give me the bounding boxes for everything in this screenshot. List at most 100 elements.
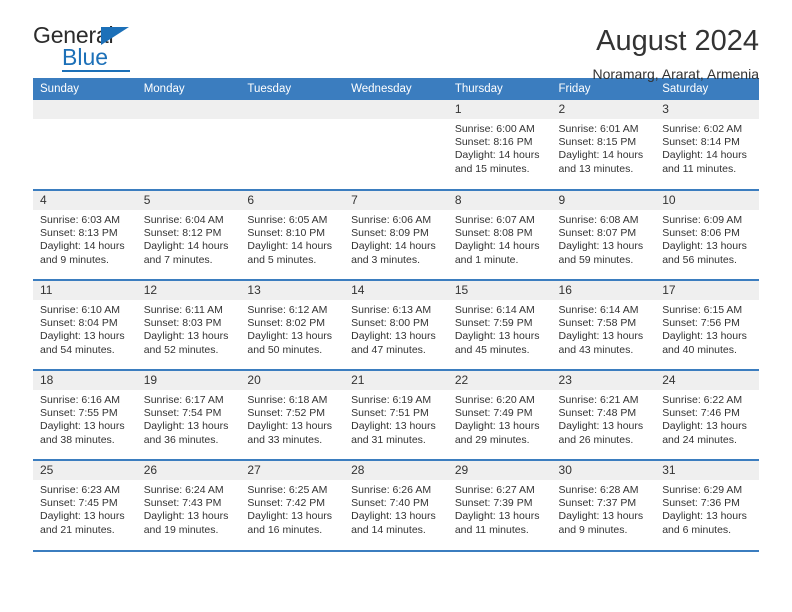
daylight-text: Daylight: 13 hours bbox=[40, 510, 125, 523]
day-details: Sunrise: 6:12 AM Sunset: 8:02 PM Daylight:… bbox=[240, 300, 344, 357]
daylight-text: Daylight: 13 hours bbox=[247, 510, 333, 523]
calendar-day-cell[interactable]: 11 Sunrise: 6:10 AM Sunset: 8:04 PM Dayligh… bbox=[33, 279, 137, 370]
sunrise-text: Sunrise: 6:21 AM bbox=[558, 394, 639, 406]
daylight-text: Daylight: 13 hours bbox=[558, 240, 644, 253]
calendar-day-cell-empty bbox=[344, 100, 448, 190]
sunset-text: Sunset: 8:12 PM bbox=[143, 227, 222, 240]
daylight-text-cont: and 47 minutes. bbox=[351, 343, 426, 356]
daylight-text-cont: and 40 minutes. bbox=[662, 343, 737, 356]
daylight-text-cont: and 24 minutes. bbox=[662, 433, 737, 446]
sunrise-text: Sunrise: 6:04 AM bbox=[143, 214, 224, 226]
calendar-day-cell[interactable]: 12 Sunrise: 6:11 AM Sunset: 8:03 PM Dayligh… bbox=[136, 279, 241, 370]
calendar-day-cell[interactable]: 18 Sunrise: 6:16 AM Sunset: 7:55 PM Dayligh… bbox=[33, 369, 137, 460]
calendar-day-cell[interactable]: 1 Sunrise: 6:00 AM Sunset: 8:16 PM Daylight… bbox=[447, 100, 552, 190]
calendar-day-cell[interactable]: 4 Sunrise: 6:03 AM Sunset: 8:13 PM Daylight… bbox=[33, 189, 137, 280]
day-details: Sunrise: 6:18 AM Sunset: 7:52 PM Daylight:… bbox=[240, 390, 344, 447]
daylight-text: Daylight: 14 hours bbox=[143, 240, 229, 253]
calendar-day-cell[interactable]: 27 Sunrise: 6:25 AM Sunset: 7:42 PM Dayligh… bbox=[240, 459, 345, 550]
calendar-week-row: 1 Sunrise: 6:00 AM Sunset: 8:16 PM Daylight… bbox=[33, 100, 759, 190]
day-details: Sunrise: 6:04 AM Sunset: 8:12 PM Daylight:… bbox=[137, 210, 241, 267]
day-number: 16 bbox=[551, 281, 656, 300]
day-details: Sunrise: 6:07 AM Sunset: 8:08 PM Daylight:… bbox=[448, 210, 552, 267]
sunset-text: Sunset: 7:56 PM bbox=[662, 317, 740, 330]
daylight-text-cont: and 26 minutes. bbox=[558, 433, 634, 446]
day-details: Sunrise: 6:24 AM Sunset: 7:43 PM Daylight:… bbox=[137, 480, 241, 537]
sunset-text: Sunset: 7:39 PM bbox=[454, 497, 533, 510]
calendar-table: Sunday Monday Tuesday Wednesday Thursday Frid… bbox=[33, 78, 759, 550]
calendar-week-row: 11 Sunrise: 6:10 AM Sunset: 8:04 PM Dayligh… bbox=[33, 279, 759, 370]
weekday-header-tuesday: Tuesday bbox=[240, 78, 345, 100]
calendar-day-cell[interactable]: 25 Sunrise: 6:23 AM Sunset: 7:45 PM Dayligh… bbox=[33, 459, 137, 550]
calendar-day-cell[interactable]: 19 Sunrise: 6:17 AM Sunset: 7:54 PM Dayligh… bbox=[136, 369, 241, 460]
sunrise-text: Sunrise: 6:01 AM bbox=[558, 123, 639, 135]
daylight-text: Daylight: 13 hours bbox=[662, 240, 747, 253]
daylight-text-cont: and 38 minutes. bbox=[40, 433, 115, 446]
daylight-text: Daylight: 13 hours bbox=[454, 420, 540, 433]
day-details: Sunrise: 6:14 AM Sunset: 7:58 PM Daylight:… bbox=[552, 300, 656, 357]
sunset-text: Sunset: 8:13 PM bbox=[40, 227, 118, 240]
calendar-day-cell[interactable]: 29 Sunrise: 6:27 AM Sunset: 7:39 PM Dayligh… bbox=[447, 459, 552, 550]
day-number: 29 bbox=[447, 461, 552, 480]
day-details bbox=[344, 119, 448, 123]
calendar-day-cell[interactable]: 3 Sunrise: 6:02 AM Sunset: 8:14 PM Daylight… bbox=[655, 100, 759, 190]
calendar-day-cell[interactable]: 9 Sunrise: 6:08 AM Sunset: 8:07 PM Daylight… bbox=[551, 189, 656, 280]
calendar-day-cell[interactable]: 30 Sunrise: 6:28 AM Sunset: 7:37 PM Dayligh… bbox=[551, 459, 656, 550]
day-number: 24 bbox=[655, 371, 759, 390]
calendar-day-cell[interactable]: 14 Sunrise: 6:13 AM Sunset: 8:00 PM Dayligh… bbox=[344, 279, 448, 370]
sunrise-text: Sunrise: 6:14 AM bbox=[558, 304, 639, 316]
calendar-day-cell[interactable]: 10 Sunrise: 6:09 AM Sunset: 8:06 PM Dayligh… bbox=[655, 189, 759, 280]
sunrise-text: Sunrise: 6:22 AM bbox=[662, 394, 743, 406]
calendar-day-cell[interactable]: 6 Sunrise: 6:05 AM Sunset: 8:10 PM Daylight… bbox=[240, 189, 345, 280]
sunrise-text: Sunrise: 6:15 AM bbox=[662, 304, 743, 316]
sunset-text: Sunset: 7:49 PM bbox=[454, 407, 533, 420]
day-details: Sunrise: 6:22 AM Sunset: 7:46 PM Daylight:… bbox=[655, 390, 759, 447]
daylight-text: Daylight: 14 hours bbox=[40, 240, 125, 253]
day-details: Sunrise: 6:25 AM Sunset: 7:42 PM Daylight:… bbox=[240, 480, 344, 537]
calendar-day-cell[interactable]: 28 Sunrise: 6:26 AM Sunset: 7:40 PM Dayligh… bbox=[344, 459, 448, 550]
calendar-day-cell[interactable]: 31 Sunrise: 6:29 AM Sunset: 7:36 PM Dayligh… bbox=[655, 459, 759, 550]
calendar-day-cell[interactable]: 15 Sunrise: 6:14 AM Sunset: 7:59 PM Dayligh… bbox=[447, 279, 552, 370]
calendar-day-cell[interactable]: 17 Sunrise: 6:15 AM Sunset: 7:56 PM Dayligh… bbox=[655, 279, 759, 370]
daylight-text: Daylight: 13 hours bbox=[247, 420, 333, 433]
day-number: 31 bbox=[655, 461, 759, 480]
calendar-day-cell[interactable]: 13 Sunrise: 6:12 AM Sunset: 8:02 PM Dayligh… bbox=[240, 279, 345, 370]
day-number bbox=[240, 100, 345, 119]
day-number: 12 bbox=[136, 281, 241, 300]
day-number: 2 bbox=[551, 100, 656, 119]
daylight-text: Daylight: 13 hours bbox=[454, 510, 540, 523]
day-details: Sunrise: 6:14 AM Sunset: 7:59 PM Daylight:… bbox=[448, 300, 552, 357]
sunrise-text: Sunrise: 6:26 AM bbox=[351, 484, 432, 496]
calendar-day-cell[interactable]: 7 Sunrise: 6:06 AM Sunset: 8:09 PM Daylight… bbox=[344, 189, 448, 280]
day-details: Sunrise: 6:11 AM Sunset: 8:03 PM Daylight:… bbox=[137, 300, 241, 357]
day-details: Sunrise: 6:17 AM Sunset: 7:54 PM Daylight:… bbox=[137, 390, 241, 447]
sunset-text: Sunset: 8:16 PM bbox=[454, 136, 533, 149]
calendar-day-cell[interactable]: 22 Sunrise: 6:20 AM Sunset: 7:49 PM Dayligh… bbox=[447, 369, 552, 460]
day-number: 23 bbox=[551, 371, 656, 390]
daylight-text-cont: and 16 minutes. bbox=[247, 523, 323, 536]
daylight-text-cont: and 9 minutes. bbox=[558, 523, 628, 536]
day-number: 17 bbox=[655, 281, 759, 300]
calendar-day-cell[interactable]: 2 Sunrise: 6:01 AM Sunset: 8:15 PM Daylight… bbox=[551, 100, 656, 190]
calendar-day-cell[interactable]: 5 Sunrise: 6:04 AM Sunset: 8:12 PM Daylight… bbox=[136, 189, 241, 280]
general-blue-logo[interactable]: General Blue bbox=[33, 22, 153, 74]
calendar-bottom-rule bbox=[33, 550, 759, 552]
sunrise-text: Sunrise: 6:13 AM bbox=[351, 304, 432, 316]
day-number bbox=[136, 100, 241, 119]
calendar-day-cell[interactable]: 23 Sunrise: 6:21 AM Sunset: 7:48 PM Dayligh… bbox=[551, 369, 656, 460]
calendar-day-cell[interactable]: 20 Sunrise: 6:18 AM Sunset: 7:52 PM Dayligh… bbox=[240, 369, 345, 460]
sunrise-text: Sunrise: 6:08 AM bbox=[558, 214, 639, 226]
day-number: 3 bbox=[655, 100, 759, 119]
day-number: 14 bbox=[344, 281, 448, 300]
calendar-day-cell[interactable]: 21 Sunrise: 6:19 AM Sunset: 7:51 PM Dayligh… bbox=[344, 369, 448, 460]
daylight-text: Daylight: 13 hours bbox=[454, 330, 540, 343]
sunset-text: Sunset: 7:48 PM bbox=[558, 407, 637, 420]
calendar-day-cell[interactable]: 24 Sunrise: 6:22 AM Sunset: 7:46 PM Dayligh… bbox=[655, 369, 759, 460]
day-number bbox=[344, 100, 448, 119]
day-details bbox=[137, 119, 241, 123]
daylight-text: Daylight: 13 hours bbox=[558, 420, 644, 433]
calendar-day-cell[interactable]: 8 Sunrise: 6:07 AM Sunset: 8:08 PM Daylight… bbox=[447, 189, 552, 280]
daylight-text-cont: and 36 minutes. bbox=[143, 433, 219, 446]
calendar-day-cell[interactable]: 16 Sunrise: 6:14 AM Sunset: 7:58 PM Dayligh… bbox=[551, 279, 656, 370]
calendar-day-cell[interactable]: 26 Sunrise: 6:24 AM Sunset: 7:43 PM Dayligh… bbox=[136, 459, 241, 550]
day-number: 18 bbox=[33, 371, 137, 390]
